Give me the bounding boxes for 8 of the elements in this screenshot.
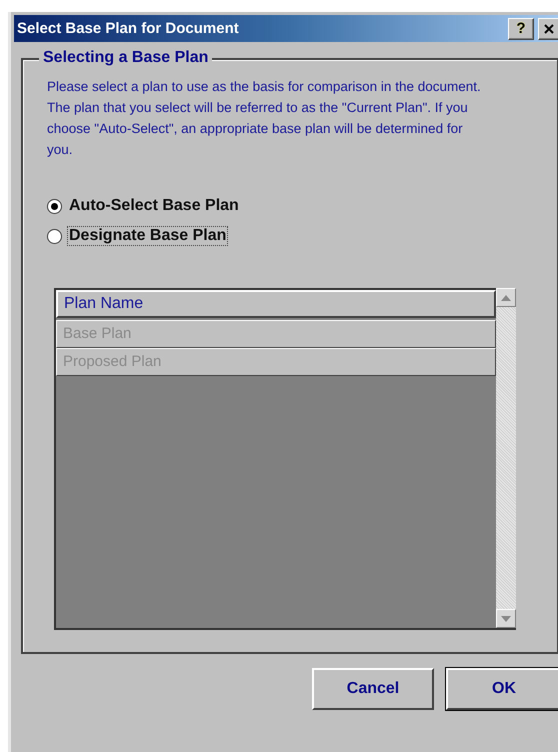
radio-label[interactable]: Auto-Select Base Plan [67, 196, 241, 216]
group-title: Selecting a Base Plan [39, 49, 212, 67]
window-title: Select Base Plan for Document [17, 20, 240, 37]
help-button[interactable]: ? [508, 18, 534, 40]
cancel-button[interactable]: Cancel [312, 668, 434, 710]
description-text: Please select a plan to use as the basis for comparison in the document. The plan that you select will be referred to as the "Current Plan". If you choose "Auto-Select", an appropriate base plan will be determined for you. [47, 78, 482, 159]
radio-label[interactable]: Designate Base Plan [67, 226, 228, 246]
ok-button[interactable]: OK [446, 668, 558, 710]
